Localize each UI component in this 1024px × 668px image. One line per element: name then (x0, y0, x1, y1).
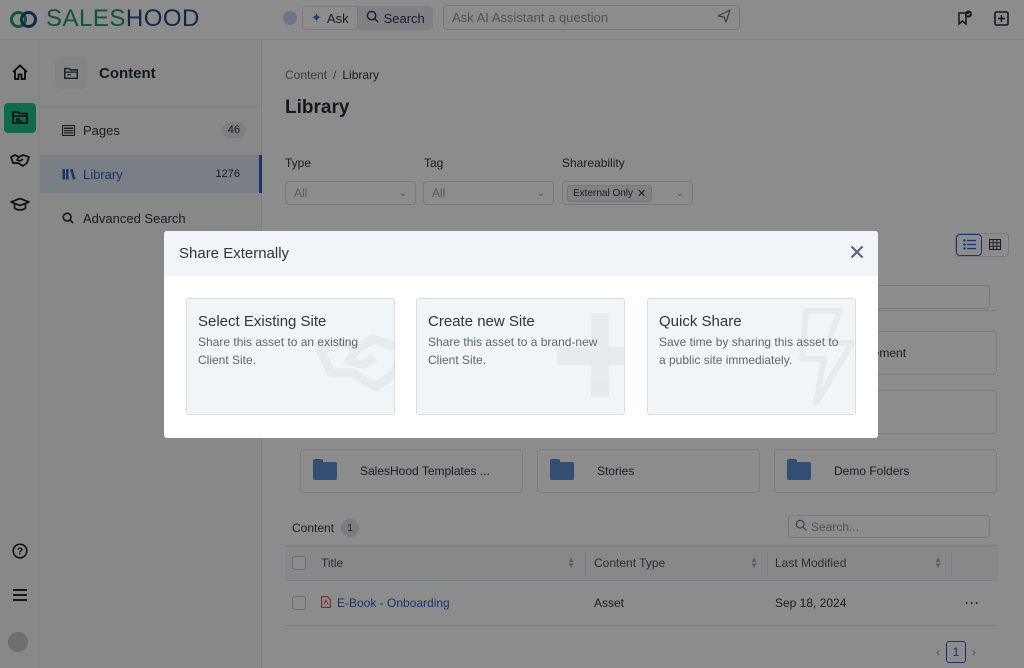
select-existing-site-option[interactable]: Select Existing Site Share this asset to… (186, 298, 395, 415)
share-externally-modal: Share Externally Select Existing Site Sh… (164, 231, 878, 438)
option-title: Quick Share (659, 313, 742, 330)
quick-share-option[interactable]: Quick Share Save time by sharing this as… (647, 298, 856, 415)
option-description: Share this asset to an existing Client S… (198, 335, 359, 367)
create-new-site-option[interactable]: Create new Site Share this asset to a br… (416, 298, 625, 415)
modal-title: Share Externally (179, 245, 290, 262)
option-title: Create new Site (428, 313, 535, 330)
option-title: Select Existing Site (198, 313, 327, 330)
option-description: Save time by sharing this asset to a pub… (659, 335, 839, 367)
modal-header: Share Externally (164, 231, 878, 276)
close-icon[interactable] (850, 243, 864, 263)
option-description: Share this asset to a brand-new Client S… (428, 335, 598, 367)
